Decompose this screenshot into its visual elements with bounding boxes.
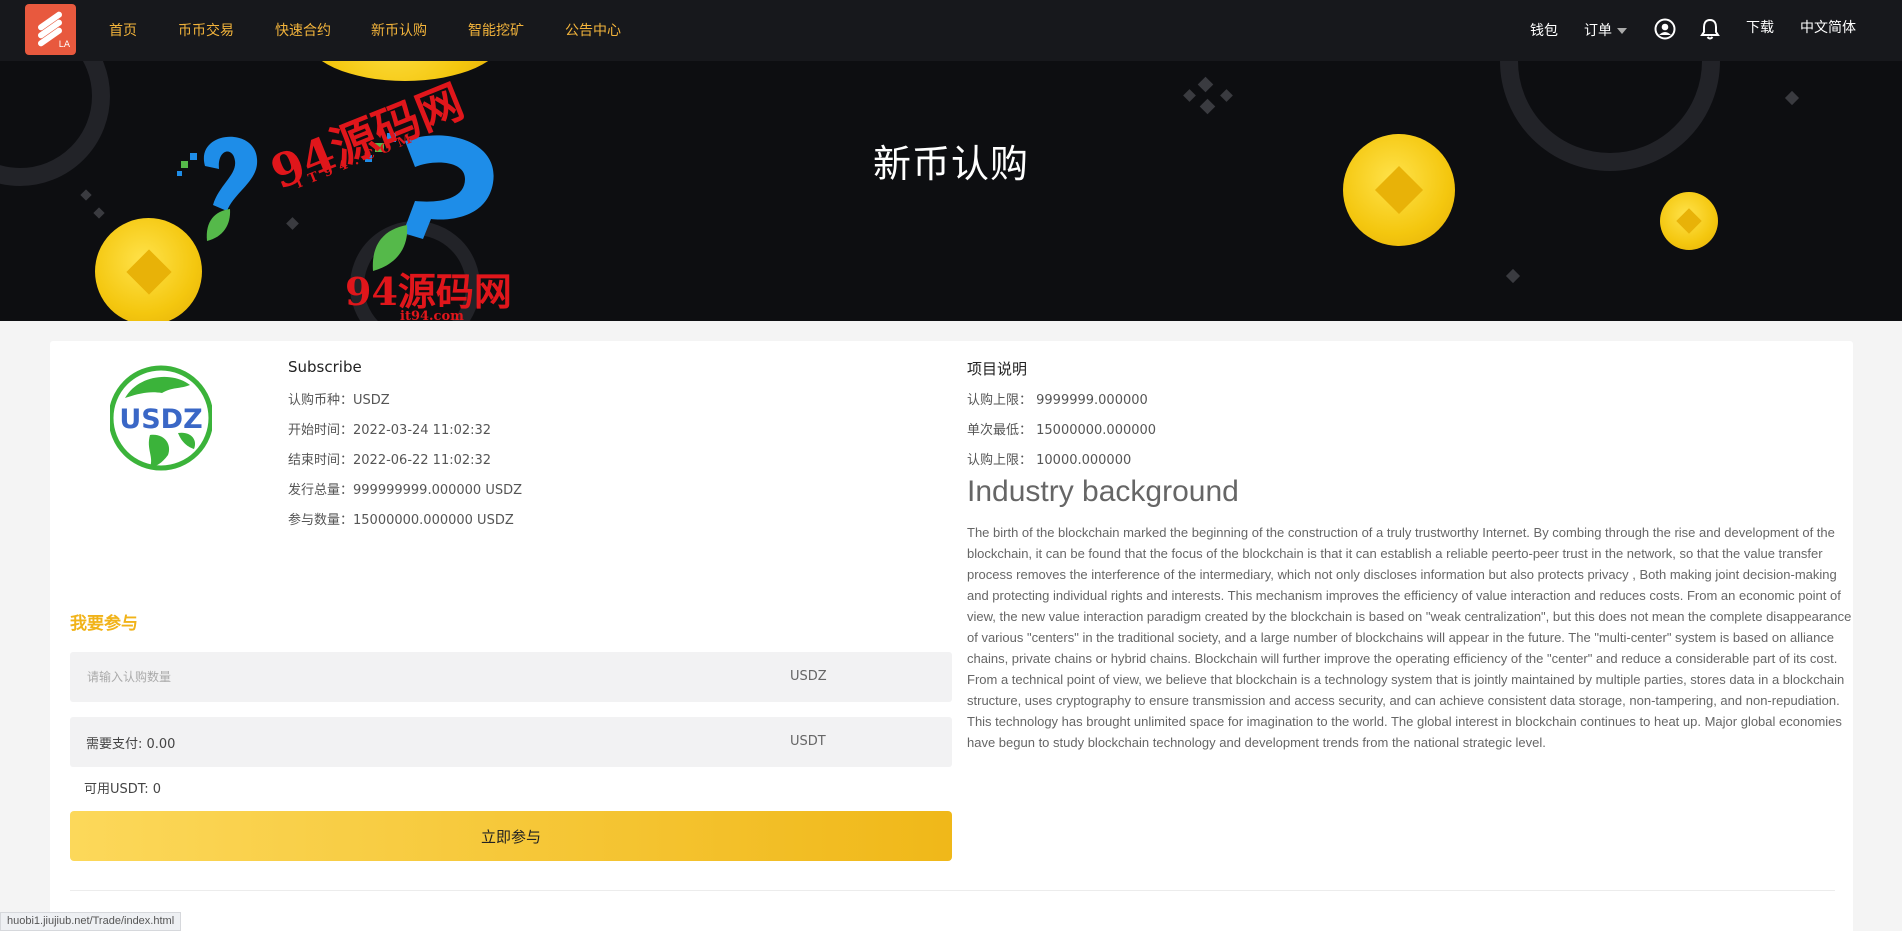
nav-wallet[interactable]: 钱包 (1530, 20, 1558, 40)
nav-download[interactable]: 下载 (1746, 17, 1774, 37)
join-heading: 我要参与 (70, 614, 138, 634)
subscription-limit: 认购上限： 9999999.000000 (967, 393, 1148, 408)
gold-coin-graphic (1660, 192, 1718, 250)
brand-logo[interactable]: LA (25, 4, 76, 55)
subscribe-heading: Subscribe (288, 358, 362, 376)
usdz-logo-text: USDZ (119, 404, 202, 435)
nav-orders-label: 订单 (1584, 23, 1612, 39)
payment-field: 需要支付: 0.00 USDT (70, 717, 952, 767)
end-time: 结束时间：2022-06-22 11:02:32 (288, 453, 492, 468)
subscription-card: USDZ Subscribe 认购币种：USDZ 开始时间：2022-03-24… (50, 341, 1853, 931)
status-bar-url: huobi1.jiujiub.net/Trade/index.html (0, 912, 182, 931)
industry-background-text: The birth of the blockchain marked the b… (967, 525, 1852, 750)
payment-required: 需要支付: 0.00 (86, 737, 176, 752)
nav-announcements[interactable]: 公告中心 (565, 20, 621, 40)
divider (70, 890, 1835, 891)
industry-background-heading: Industry background (967, 475, 1239, 508)
available-balance: 可用USDT: 0 (84, 782, 162, 797)
start-time: 开始时间：2022-03-24 11:02:32 (288, 423, 492, 438)
single-minimum: 单次最低： 15000000.000000 (967, 423, 1157, 438)
nav-spot-trade[interactable]: 币币交易 (178, 20, 234, 40)
top-nav: LA 首页 币币交易 快速合约 新币认购 智能挖矿 公告中心 钱包 订单 下载 … (0, 0, 1902, 61)
brand-logo-text: LA (58, 40, 70, 50)
user-icon[interactable] (1654, 18, 1676, 44)
usdz-coin-logo: USDZ (110, 365, 212, 471)
bell-icon[interactable] (1700, 18, 1720, 44)
project-description-heading: 项目说明 (967, 360, 1028, 378)
watermark-text: 94源码网 (345, 269, 512, 314)
nav-quick-contract[interactable]: 快速合约 (275, 20, 331, 40)
watermark-subtext: it94.com (400, 309, 464, 321)
watermark-logo-icon (177, 136, 258, 241)
join-now-button[interactable]: 立即参与 (70, 811, 952, 861)
subscription-amount-input[interactable] (70, 652, 790, 702)
total-issue: 发行总量：999999999.000000 USDZ (288, 483, 523, 498)
amount-unit: USDZ (790, 669, 827, 684)
coin-type: 认购币种：USDZ (288, 393, 390, 408)
payment-unit: USDT (790, 734, 826, 749)
amount-field: USDZ (70, 652, 952, 702)
hero-banner: 新币认购 94源码网 IT94.COM 94源码网 it94.com (0, 61, 1902, 321)
gold-coin-graphic (305, 61, 505, 81)
nav-smart-mining[interactable]: 智能挖矿 (468, 20, 524, 40)
participation-amount: 参与数量：15000000.000000 USDZ (288, 513, 514, 528)
nav-new-coin-subscription[interactable]: 新币认购 (371, 20, 427, 40)
subscription-limit-2: 认购上限： 10000.000000 (967, 453, 1132, 468)
nav-orders-dropdown[interactable]: 订单 (1584, 20, 1627, 40)
nav-home[interactable]: 首页 (109, 20, 137, 40)
chevron-down-icon (1617, 28, 1627, 34)
language-selector[interactable]: 中文简体 (1800, 17, 1856, 37)
